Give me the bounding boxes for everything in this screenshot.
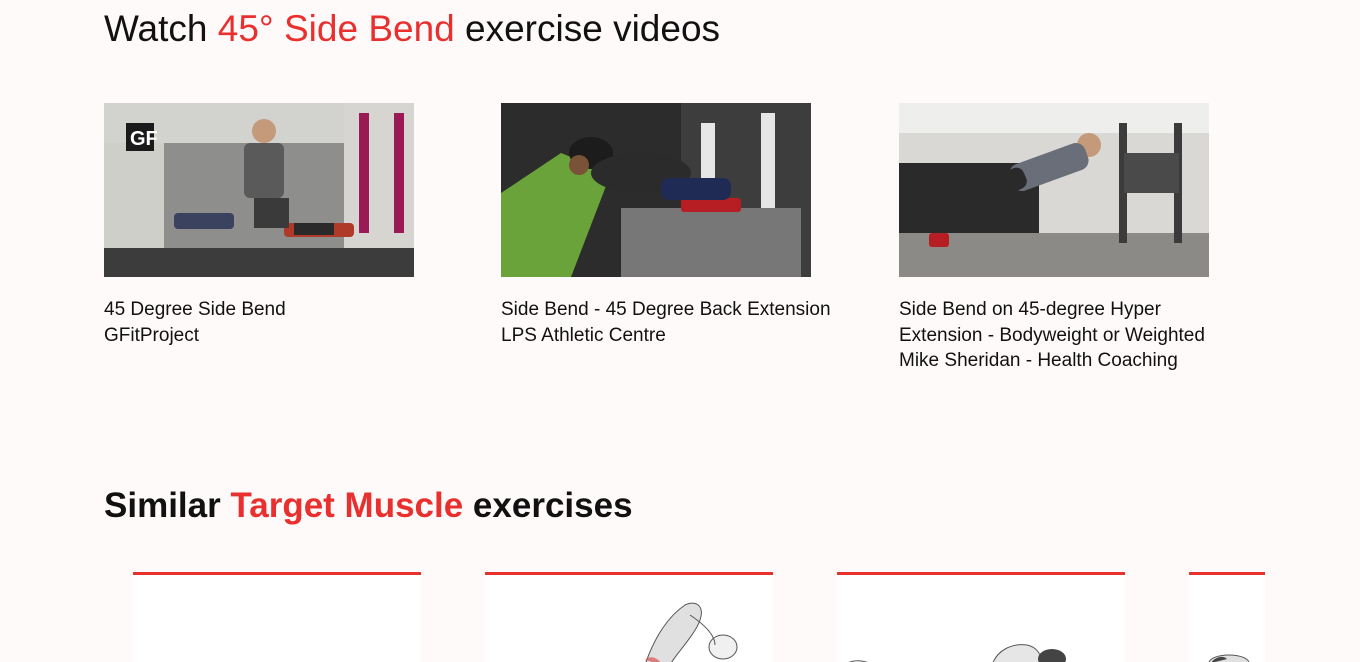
- video-channel[interactable]: LPS Athletic Centre: [501, 323, 831, 349]
- videos-title-highlight: 45° Side Bend: [217, 8, 455, 49]
- similar-title-suffix: exercises: [463, 486, 633, 525]
- similar-exercise-card[interactable]: [1189, 572, 1265, 662]
- video-thumbnail[interactable]: [899, 103, 1209, 277]
- video-channel[interactable]: Mike Sheridan - Health Coaching: [899, 348, 1229, 374]
- exercise-illustration-icon: [848, 644, 1066, 662]
- exercise-illustration-icon: [645, 602, 738, 662]
- video-title[interactable]: Side Bend on 45-degree Hyper Extension -…: [899, 297, 1229, 348]
- video-thumbnail[interactable]: [501, 103, 811, 277]
- video-card[interactable]: Side Bend on 45-degree Hyper Extension -…: [899, 103, 1229, 374]
- similar-exercise-card[interactable]: [837, 572, 1125, 662]
- video-channel[interactable]: GFitProject: [104, 323, 434, 349]
- similar-title-highlight: Target Muscle: [230, 486, 464, 525]
- similar-title-prefix: Similar: [104, 486, 231, 525]
- video-title[interactable]: Side Bend - 45 Degree Back Extension: [501, 297, 831, 323]
- similar-exercise-card[interactable]: [485, 572, 773, 662]
- video-card[interactable]: GF 45 Degree Side Bend GFitProject: [104, 103, 434, 348]
- video-title[interactable]: 45 Degree Side Bend: [104, 297, 434, 323]
- svg-text:GF: GF: [130, 128, 158, 150]
- videos-title-prefix: Watch: [104, 8, 218, 49]
- video-card[interactable]: Side Bend - 45 Degree Back Extension LPS…: [501, 103, 831, 348]
- video-thumbnail[interactable]: GF: [104, 103, 414, 277]
- videos-title-suffix: exercise videos: [454, 8, 721, 49]
- videos-section-title: Watch 45° Side Bend exercise videos: [104, 8, 720, 50]
- exercise-illustration-icon: [1208, 654, 1250, 662]
- similar-section-title: Similar Target Muscle exercises: [104, 486, 633, 526]
- similar-exercise-card[interactable]: [133, 572, 421, 662]
